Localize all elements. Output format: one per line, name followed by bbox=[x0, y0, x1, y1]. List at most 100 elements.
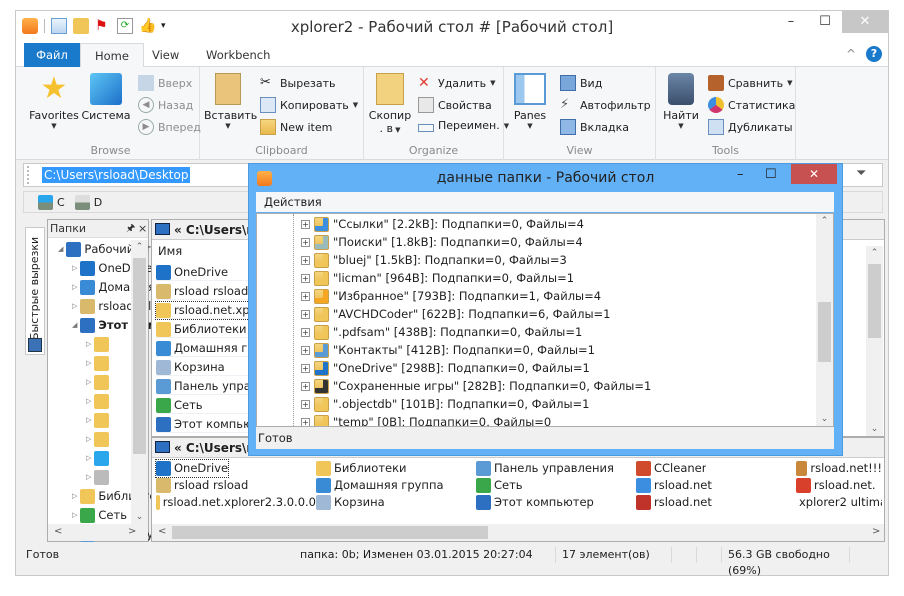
dialog-minimize-button[interactable]: – bbox=[737, 167, 744, 182]
file-item[interactable]: Домашняя группа bbox=[316, 477, 444, 494]
address-input[interactable]: C:\Users\rsload\Desktop bbox=[42, 167, 191, 183]
folder-stat-row[interactable]: + "licman" [964B]: Подпапки=0, Файлы=1 bbox=[301, 269, 574, 287]
collapse-arrow-icon[interactable]: ◢ bbox=[72, 316, 77, 335]
view-mode-button[interactable]: Вид bbox=[560, 75, 602, 91]
expand-plus-icon[interactable]: + bbox=[301, 291, 310, 301]
expand-arrow-icon[interactable]: ▷ bbox=[72, 506, 77, 525]
expand-plus-icon[interactable]: + bbox=[301, 273, 310, 283]
file-item[interactable]: rsload.net!!! bbox=[796, 460, 882, 477]
file-item[interactable]: CCleaner bbox=[636, 460, 706, 477]
expand-plus-icon[interactable]: + bbox=[301, 381, 310, 391]
delete-button[interactable]: ✕ Удалить ▼ bbox=[418, 75, 496, 91]
folder-stat-row[interactable]: + ".objectdb" [101B]: Подпапки=0, Файлы=1 bbox=[301, 395, 589, 413]
tab-file[interactable]: Файл bbox=[24, 43, 80, 67]
tree-item[interactable]: ◢ Рабочий стол bbox=[58, 240, 165, 259]
expand-arrow-icon[interactable]: ▷ bbox=[86, 411, 91, 430]
autofilter-button[interactable]: ⚡ Автофильтр bbox=[560, 97, 651, 113]
expand-arrow-icon[interactable]: ▷ bbox=[86, 430, 91, 449]
file-item[interactable]: OneDrive bbox=[154, 459, 230, 478]
file-item[interactable]: rsload rsload bbox=[156, 477, 248, 494]
new-item-button[interactable]: New item bbox=[260, 119, 332, 135]
close-button[interactable]: ✕ bbox=[842, 11, 888, 33]
maximize-button[interactable]: ☐ bbox=[810, 11, 840, 33]
new-tab-button[interactable]: Вкладка bbox=[560, 119, 629, 135]
file-item[interactable]: Этот компьютер bbox=[476, 494, 594, 511]
folder-stat-row[interactable]: + ".pdfsam" [438B]: Подпапки=0, Файлы=1 bbox=[301, 323, 582, 341]
file-item[interactable]: Корзина bbox=[316, 494, 385, 511]
compare-button[interactable]: Сравнить ▼ bbox=[708, 75, 793, 91]
folder-stat-row[interactable]: + "AVCHDCoder" [622B]: Подпапки=6, Файлы=… bbox=[301, 305, 610, 323]
up-button[interactable]: Вверх bbox=[138, 75, 192, 91]
back-button[interactable]: ◀ Назад bbox=[138, 97, 193, 113]
pin-icon[interactable]: 🖈 bbox=[126, 220, 135, 238]
folder-stat-row[interactable]: + "OneDrive" [298B]: Подпапки=0, Файлы=1 bbox=[301, 359, 590, 377]
collapse-ribbon-button[interactable]: ^ bbox=[846, 47, 856, 61]
tree-item[interactable]: ▷ bbox=[86, 373, 112, 392]
expand-arrow-icon[interactable]: ▷ bbox=[72, 297, 77, 316]
drive-c-button[interactable]: C bbox=[38, 194, 65, 210]
tab-home[interactable]: Home bbox=[80, 43, 144, 67]
file-item[interactable]: rsload.net. bbox=[796, 477, 875, 494]
dialog-maximize-button[interactable]: ☐ bbox=[765, 167, 777, 182]
statistics-button[interactable]: Статистика bbox=[708, 97, 795, 113]
properties-button[interactable]: Свойства bbox=[418, 97, 492, 113]
expand-plus-icon[interactable]: + bbox=[301, 417, 310, 426]
expand-plus-icon[interactable]: + bbox=[301, 255, 310, 265]
favorites-button[interactable]: ★ Favorites ▼ bbox=[28, 73, 80, 131]
column-header-name[interactable]: Имя bbox=[158, 244, 182, 258]
folder-stat-row[interactable]: + "bluej" [1.5kB]: Подпапки=0, Файлы=3 bbox=[301, 251, 567, 269]
file-item[interactable]: Сеть bbox=[476, 477, 523, 494]
expand-plus-icon[interactable]: + bbox=[301, 399, 310, 409]
folder-stat-row[interactable]: + "Сохраненные игры" [282B]: Подпапки=0, … bbox=[301, 377, 651, 395]
tree-item[interactable]: ▷ bbox=[86, 354, 112, 373]
expand-arrow-icon[interactable]: ▷ bbox=[86, 449, 91, 468]
expand-arrow-icon[interactable]: ▷ bbox=[72, 278, 77, 297]
tree-item[interactable]: ▷ bbox=[86, 392, 112, 411]
cut-button[interactable]: ✂ Вырезать bbox=[260, 75, 335, 91]
duplicates-button[interactable]: Дубликаты bbox=[708, 119, 793, 135]
expand-arrow-icon[interactable]: ▷ bbox=[86, 392, 91, 411]
file-item[interactable]: Библиотеки bbox=[316, 460, 407, 477]
minimize-button[interactable]: – bbox=[776, 11, 806, 33]
expand-plus-icon[interactable]: + bbox=[301, 309, 310, 319]
copy-button[interactable]: Копировать ▼ bbox=[260, 97, 358, 113]
rename-button[interactable]: Переимен. ▼ bbox=[418, 119, 509, 132]
tree-item[interactable]: ▷ bbox=[86, 411, 112, 430]
collapse-arrow-icon[interactable]: ◢ bbox=[58, 240, 63, 259]
quick-cuts-tab[interactable]: Быстрые вырезки bbox=[25, 227, 45, 355]
tree-item[interactable]: ▷ bbox=[86, 468, 112, 487]
expand-arrow-icon[interactable]: ▷ bbox=[86, 335, 91, 354]
system-button[interactable]: Система bbox=[80, 73, 132, 122]
tab-workbench[interactable]: Workbench bbox=[192, 43, 284, 67]
folder-stat-row[interactable]: + "Контакты" [412B]: Подпапки=0, Файлы=1 bbox=[301, 341, 595, 359]
help-icon[interactable]: ? bbox=[866, 46, 882, 62]
tree-item[interactable]: ▷ bbox=[86, 335, 112, 354]
folder-stat-row[interactable]: + "Ссылки" [2.2kB]: Подпапки=0, Файлы=4 bbox=[301, 215, 584, 233]
copy-to-button[interactable]: Скопир . в ▼ bbox=[368, 73, 412, 135]
expand-plus-icon[interactable]: + bbox=[301, 219, 310, 229]
top-pane-scrollbar[interactable]: ⌃ ⌄ bbox=[866, 246, 883, 436]
dialog-menu-actions[interactable]: Действия bbox=[256, 192, 834, 212]
drive-d-button[interactable]: D bbox=[74, 194, 102, 210]
dialog-scrollbar[interactable]: ⌃ ⌄ bbox=[816, 214, 833, 426]
file-item[interactable]: rsload.net bbox=[636, 477, 712, 494]
bottom-hscrollbar[interactable]: < > bbox=[152, 524, 884, 541]
file-item[interactable]: rsload.net.xplorer2.3.0.0.0 bbox=[156, 494, 316, 511]
forward-button[interactable]: ▶ Вперед bbox=[138, 119, 201, 135]
expand-arrow-icon[interactable]: ▷ bbox=[86, 373, 91, 392]
folder-stat-row[interactable]: + "Избранное" [793B]: Подпапки=1, Файлы=4 bbox=[301, 287, 601, 305]
paste-button[interactable]: Вставить ▼ bbox=[204, 73, 257, 130]
expand-plus-icon[interactable]: + bbox=[301, 345, 310, 355]
expand-plus-icon[interactable]: + bbox=[301, 327, 310, 337]
expand-plus-icon[interactable]: + bbox=[301, 363, 310, 373]
filter-icon[interactable]: ⏷ bbox=[856, 166, 866, 181]
expand-arrow-icon[interactable]: ▷ bbox=[86, 354, 91, 373]
tree-scrollbar[interactable]: ⌃ ⌄ bbox=[131, 240, 148, 524]
expand-plus-icon[interactable]: + bbox=[301, 237, 310, 247]
find-button[interactable]: Найти ▼ bbox=[662, 73, 700, 130]
file-item[interactable]: Панель управления bbox=[476, 460, 614, 477]
pane-close-icon[interactable]: × bbox=[138, 220, 147, 238]
expand-arrow-icon[interactable]: ▷ bbox=[72, 487, 77, 506]
expand-arrow-icon[interactable]: ▷ bbox=[72, 259, 77, 278]
tree-item[interactable]: ▷ bbox=[86, 430, 112, 449]
